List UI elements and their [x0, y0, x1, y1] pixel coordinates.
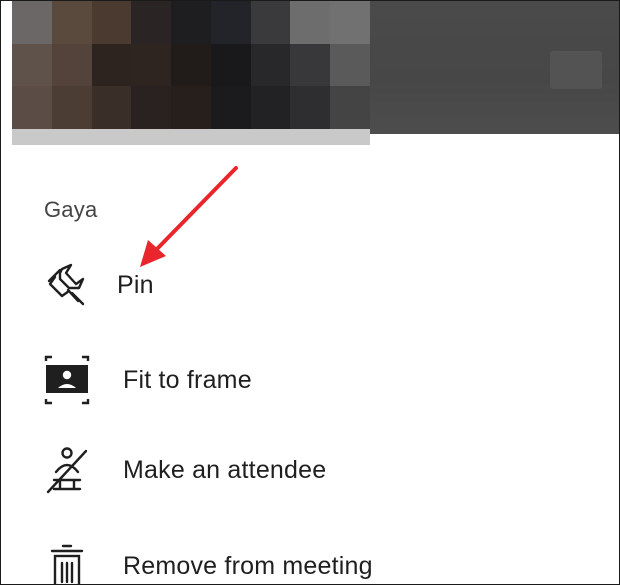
video-pixel-tile	[290, 1, 331, 44]
fit-to-frame-icon	[37, 355, 97, 405]
video-pixel-tile	[12, 1, 52, 44]
participant-options-panel: Gaya Pin Fit to frame Make an attendee R…	[0, 0, 620, 585]
pixelated-video-area	[12, 1, 370, 129]
video-pixel-tile	[171, 1, 211, 44]
video-pixel-tile	[250, 43, 291, 87]
video-pixel-tile	[330, 1, 370, 44]
menu-item-label: Make an attendee	[123, 455, 327, 484]
video-pixel-tile	[171, 43, 211, 87]
menu-item-fit-to-frame[interactable]: Fit to frame	[31, 349, 591, 411]
video-pixel-tile	[210, 86, 251, 129]
background-object	[550, 51, 602, 89]
video-pixel-tile	[51, 43, 92, 87]
menu-item-pin[interactable]: Pin	[31, 254, 591, 316]
video-pixel-tile	[330, 86, 370, 129]
video-pixel-tile	[290, 43, 331, 87]
menu-item-remove-from-meeting[interactable]: Remove from meeting	[31, 535, 591, 584]
trash-icon	[37, 541, 97, 584]
make-attendee-icon	[37, 445, 97, 495]
video-pixel-tile	[91, 86, 132, 129]
video-pixel-tile	[91, 43, 132, 87]
video-pixel-tile	[210, 1, 251, 44]
video-background	[370, 1, 619, 134]
video-pixel-tile	[330, 43, 370, 87]
video-pixel-tile	[12, 86, 52, 129]
video-pixel-tile	[250, 86, 291, 129]
video-pixel-tile	[51, 86, 92, 129]
menu-item-make-attendee[interactable]: Make an attendee	[31, 439, 591, 501]
video-pixel-tile	[91, 1, 132, 44]
video-pixel-tile	[131, 1, 172, 44]
participant-name: Gaya	[44, 197, 98, 222]
video-pixel-tile	[51, 1, 92, 44]
video-pixel-tile	[12, 43, 52, 87]
menu-item-label: Pin	[117, 270, 154, 299]
video-pixel-tile	[131, 86, 172, 129]
participant-video-preview	[12, 1, 619, 134]
video-pixel-tile	[210, 43, 251, 87]
menu-item-label: Fit to frame	[123, 365, 252, 394]
menu-item-label: Remove from meeting	[123, 551, 373, 580]
video-caption-bar	[12, 129, 370, 145]
video-pixel-tile	[250, 1, 291, 44]
video-pixel-tile	[290, 86, 331, 129]
video-pixel-tile	[131, 43, 172, 87]
video-pixel-tile	[171, 86, 211, 129]
pin-icon	[37, 260, 97, 310]
